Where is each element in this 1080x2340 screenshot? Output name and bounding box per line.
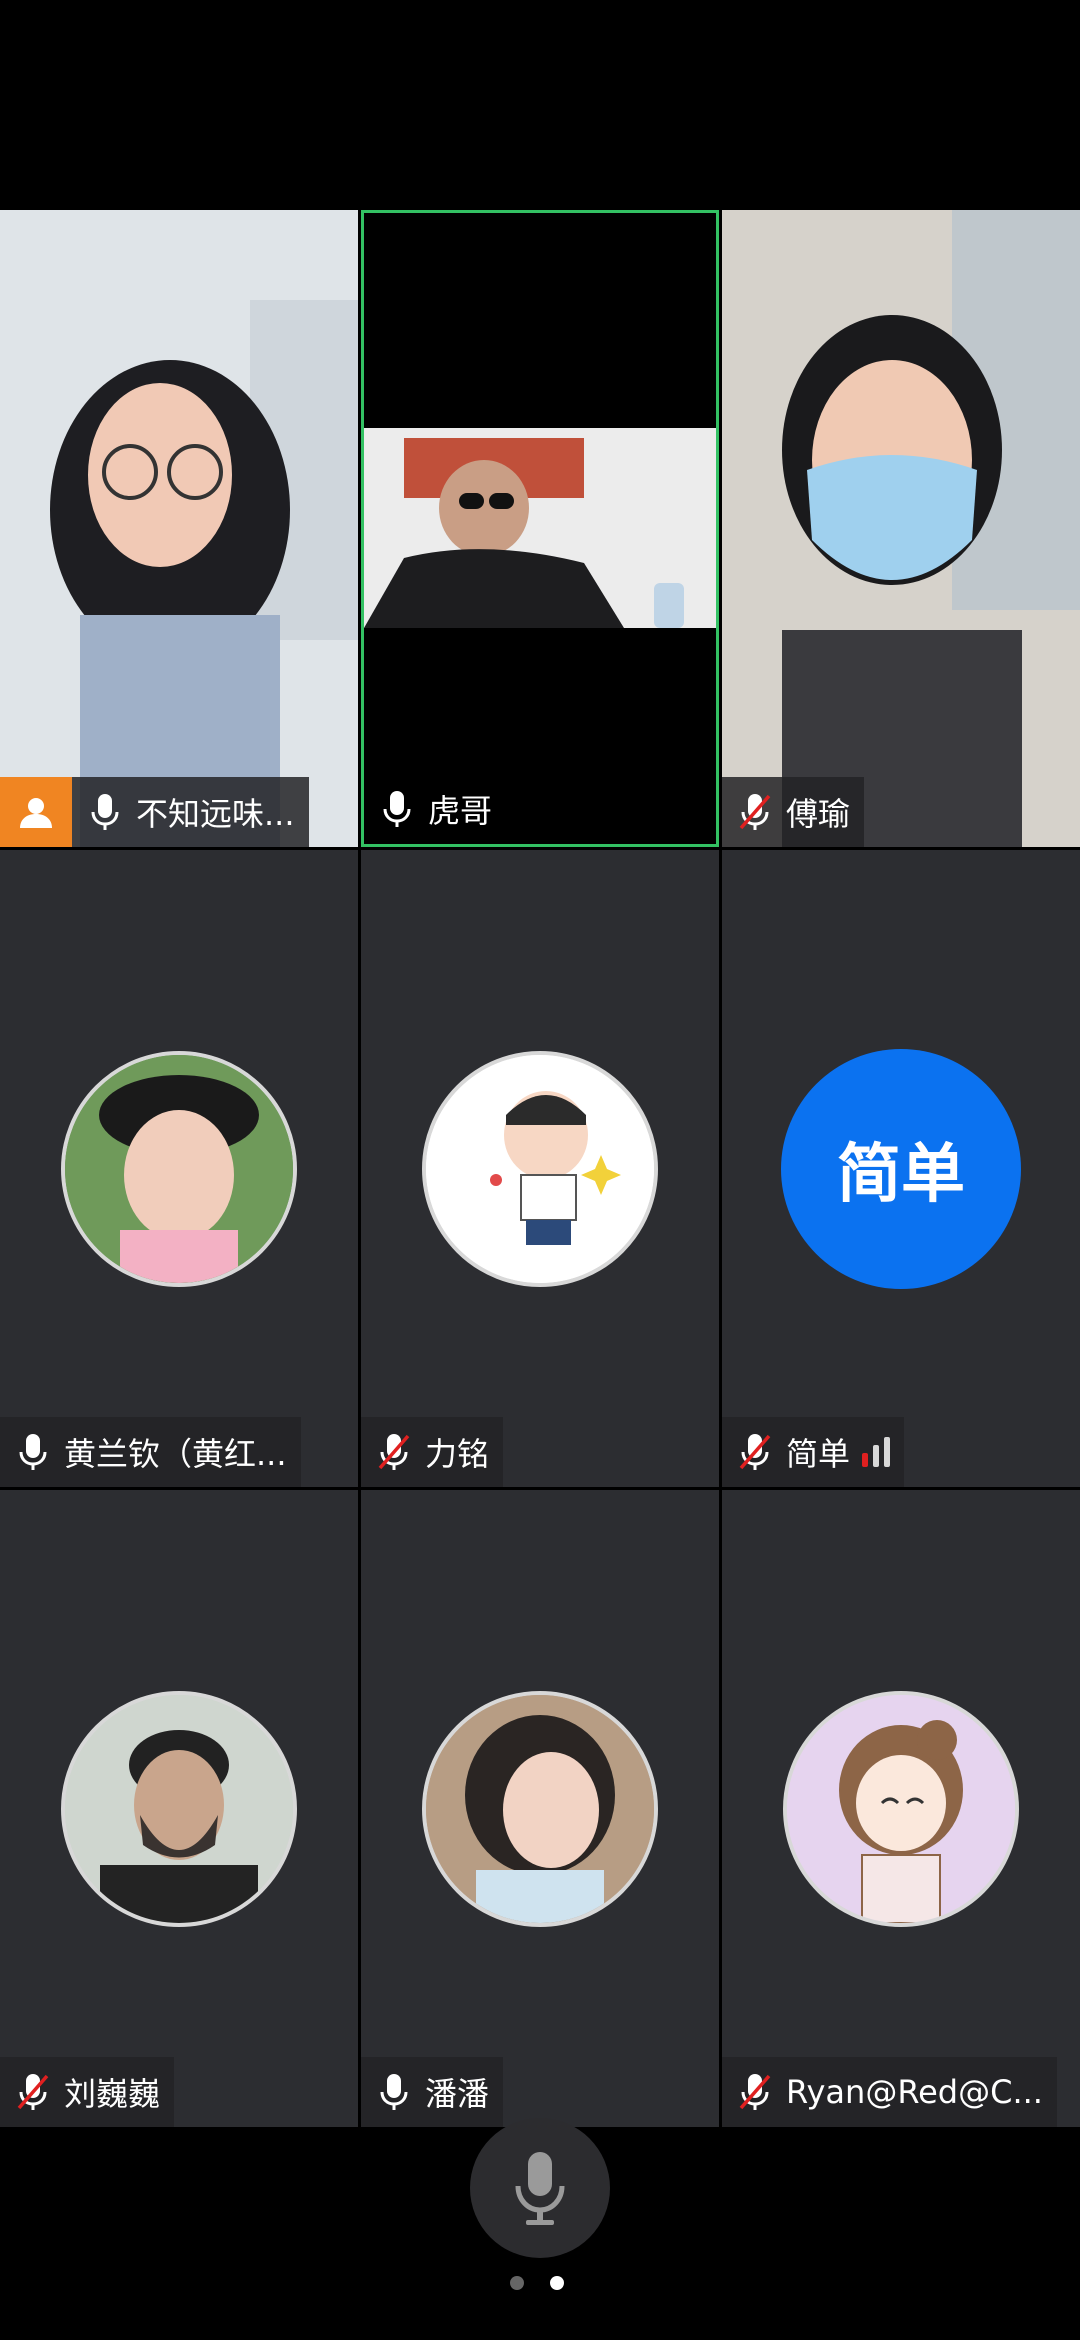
participant-label: 力铭	[361, 1417, 504, 1487]
participant-tile[interactable]: 不知远味...	[0, 210, 358, 847]
page-dot[interactable]	[510, 2276, 524, 2290]
mic-muted-icon	[734, 1431, 776, 1473]
participant-tile[interactable]: 傅瑜	[722, 210, 1080, 847]
participant-avatar-initials: 简单	[781, 1048, 1021, 1289]
participant-avatar	[61, 1050, 297, 1287]
signal-strength-icon	[862, 1437, 891, 1467]
participant-name: 傅瑜	[786, 795, 851, 833]
mic-on-icon	[84, 791, 126, 833]
participant-video	[0, 210, 358, 847]
participant-label: 潘潘	[361, 2057, 504, 2127]
participant-video	[722, 210, 1080, 847]
mic-muted-icon	[12, 2071, 54, 2113]
participant-name: 黄兰钦（黄红...	[64, 1435, 287, 1473]
participant-tile-active[interactable]: 虎哥	[361, 210, 719, 847]
mic-on-icon	[12, 1431, 54, 1473]
mic-on-icon	[373, 2071, 415, 2113]
participant-label: 简单	[722, 1417, 905, 1487]
participant-label: 傅瑜	[722, 777, 865, 847]
participant-tile[interactable]: 刘巍巍	[0, 1490, 358, 2127]
mic-toggle-button[interactable]	[470, 2118, 610, 2258]
participant-avatar	[783, 1690, 1019, 1927]
participant-tile[interactable]: 潘潘	[361, 1490, 719, 2127]
participant-label: 黄兰钦（黄红...	[0, 1417, 301, 1487]
participant-name: 简单	[786, 1435, 851, 1473]
participant-name: 虎哥	[428, 792, 493, 830]
participant-avatar	[422, 1690, 658, 1927]
participant-name: 潘潘	[425, 2075, 490, 2113]
participant-label: 虎哥	[364, 774, 506, 844]
participant-name: Ryan@Red@C...	[786, 2073, 1043, 2111]
page-indicator	[510, 2276, 564, 2290]
mic-muted-icon	[373, 1431, 415, 1473]
microphone-icon	[515, 2152, 565, 2225]
participant-tile[interactable]: Ryan@Red@C...	[722, 1490, 1080, 2127]
participant-label: 不知远味...	[0, 777, 309, 847]
mic-muted-icon	[734, 2071, 776, 2113]
participant-name: 不知远味...	[136, 795, 295, 833]
participant-label: 刘巍巍	[0, 2057, 175, 2127]
participant-tile[interactable]: 黄兰钦（黄红...	[0, 850, 358, 1487]
participant-avatar	[422, 1050, 658, 1287]
mic-muted-icon	[734, 791, 776, 833]
mic-on-icon	[376, 788, 418, 830]
participant-avatar	[61, 1690, 297, 1927]
video-grid: 不知远味... 虎哥 傅瑜 黄兰钦（黄红... 力铭 简单 简单 刘巍巍 潘潘 …	[0, 210, 1080, 2130]
participant-name: 刘巍巍	[64, 2075, 161, 2113]
participant-name: 力铭	[425, 1435, 490, 1473]
participant-video	[364, 428, 716, 628]
participant-tile[interactable]: 简单 简单	[722, 850, 1080, 1487]
participant-tile[interactable]: 力铭	[361, 850, 719, 1487]
status-area	[0, 0, 1080, 210]
host-badge-icon	[0, 777, 72, 847]
participant-label: Ryan@Red@C...	[722, 2057, 1057, 2127]
page-dot-active[interactable]	[550, 2276, 564, 2290]
